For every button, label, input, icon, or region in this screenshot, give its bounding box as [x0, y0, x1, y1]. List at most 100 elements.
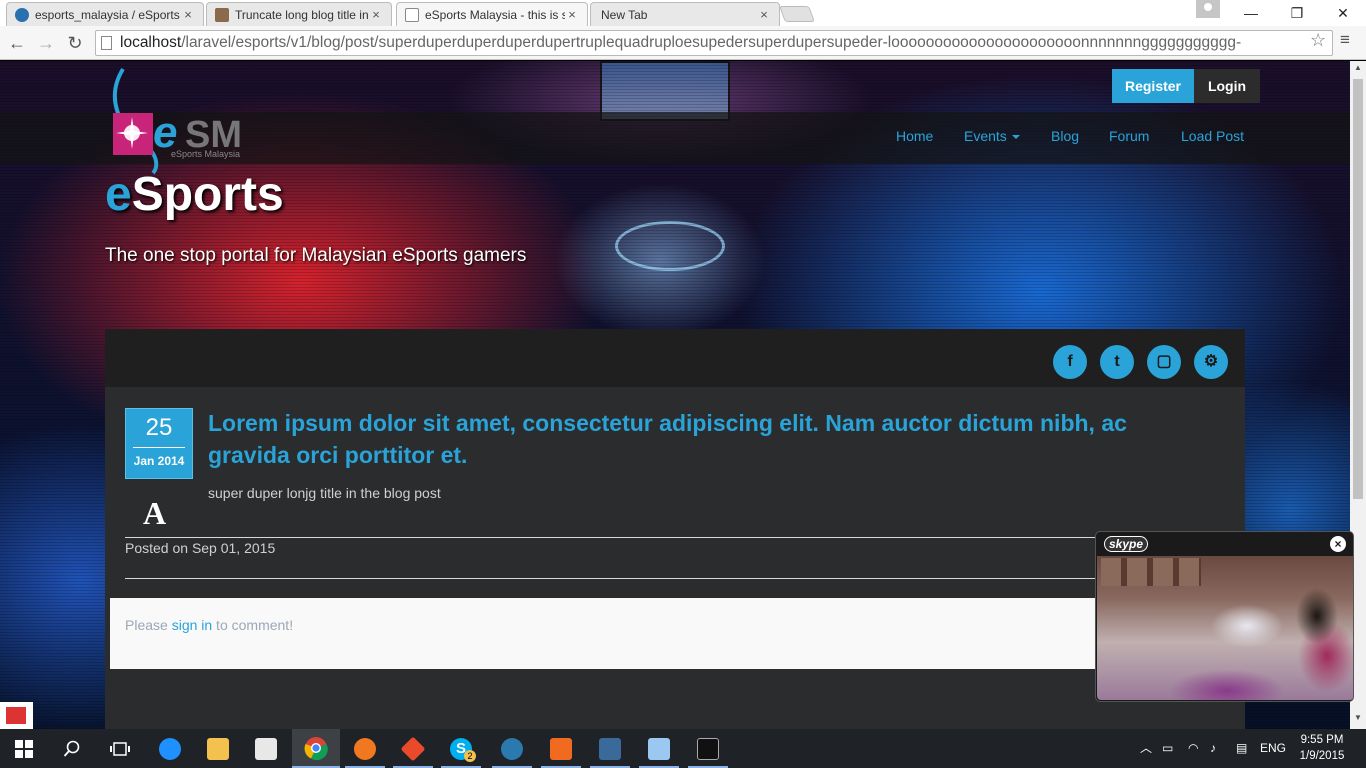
nav-forum[interactable]: Forum	[1109, 128, 1149, 144]
tab-esports-malaysia[interactable]: esports_malaysia / eSports ×	[6, 2, 204, 26]
git-icon[interactable]	[389, 729, 437, 768]
divider	[125, 537, 1245, 538]
steam-icon[interactable]: ⚙	[1194, 345, 1228, 379]
edge-icon[interactable]	[146, 729, 194, 768]
folder-glyph	[207, 737, 229, 760]
scroll-up-icon[interactable]: ▲	[1353, 63, 1363, 72]
skype-video-call-window[interactable]: skype ×	[1095, 531, 1354, 702]
nav-blog[interactable]: Blog	[1051, 128, 1079, 144]
url-host: localhost	[120, 34, 182, 51]
bookmark-star-icon[interactable]: ☆	[1310, 30, 1326, 51]
network-adapter-icon[interactable]: ▭	[1162, 729, 1173, 768]
twitch-icon[interactable]: ▢	[1147, 345, 1181, 379]
language-indicator[interactable]: ENG	[1260, 729, 1286, 768]
twitter-icon[interactable]: t	[1100, 345, 1134, 379]
address-bar[interactable]: localhost/laravel/esports/v1/blog/post/s…	[95, 30, 1333, 56]
close-window-button[interactable]: ✕	[1320, 0, 1366, 26]
page-icon	[405, 7, 419, 22]
chrome-glyph	[304, 736, 328, 760]
nav-events-label: Events	[964, 128, 1007, 144]
nav-load-post[interactable]: Load Post	[1181, 128, 1244, 144]
nav-home[interactable]: Home	[896, 128, 933, 144]
nav-events[interactable]: Events	[964, 128, 1020, 144]
esm-logo-icon: e SM eSports Malaysia	[113, 67, 242, 175]
skype-notification-badge: 2	[464, 750, 476, 762]
terminal-glyph	[697, 737, 719, 760]
virtualbox-glyph	[648, 737, 670, 760]
skype-app-icon[interactable]: S 2	[437, 729, 485, 768]
close-icon[interactable]: ×	[1330, 536, 1346, 552]
post-date-day: 25	[145, 414, 173, 441]
windows-logo-icon	[15, 739, 33, 758]
post-title[interactable]: Lorem ipsum dolor sit amet, consectetur …	[208, 407, 1208, 471]
social-bar: f t ▢ ⚙	[105, 329, 1245, 387]
tab-close-icon[interactable]: ×	[757, 7, 771, 22]
chrome-menu-icon[interactable]: ≡	[1340, 30, 1350, 50]
task-view-button[interactable]	[96, 729, 144, 768]
tab-truncate-blog-title[interactable]: Truncate long blog title in ×	[206, 2, 392, 26]
git-glyph	[400, 736, 426, 761]
firefox-glyph	[354, 737, 376, 760]
site-title-rest: Sports	[131, 168, 284, 221]
skype-logo: skype	[1104, 536, 1149, 552]
post-date-month-year: Jan 2014	[133, 454, 185, 468]
reload-icon[interactable]: ↻	[62, 30, 88, 56]
site-logo[interactable]: e SM eSports Malaysia	[105, 65, 265, 175]
scrollbar-thumb[interactable]	[1353, 79, 1363, 499]
author-avatar-icon: A	[143, 495, 167, 531]
desktop-app-badge-icon[interactable]	[0, 702, 33, 729]
file-explorer-icon[interactable]	[194, 729, 242, 768]
caret-down-icon	[1011, 135, 1020, 139]
site-title-e: e	[105, 168, 132, 221]
video-feed	[1097, 556, 1353, 700]
tab-title: eSports Malaysia - this is s	[425, 7, 565, 22]
new-tab-button[interactable]	[779, 6, 815, 22]
sign-in-link[interactable]: sign in	[172, 617, 212, 633]
firefox-icon[interactable]	[341, 729, 389, 768]
comment-suffix: to comment!	[212, 617, 294, 633]
back-icon[interactable]: ←	[4, 30, 30, 56]
clock-date: 1/9/2015	[1299, 750, 1345, 762]
tab-close-icon[interactable]: ×	[369, 7, 383, 22]
windows-taskbar: S 2 ︿ ▭ ◠ ♪ ▤ ENG 9:55 PM 1/9/2015	[0, 729, 1366, 768]
terminal-icon[interactable]	[684, 729, 732, 768]
xampp-icon[interactable]	[537, 729, 585, 768]
tab-esports-malaysia-post[interactable]: eSports Malaysia - this is s ×	[396, 2, 588, 26]
mysql-workbench-icon[interactable]	[586, 729, 634, 768]
scroll-down-icon[interactable]: ▼	[1353, 713, 1363, 722]
forward-icon[interactable]: →	[33, 30, 59, 56]
virtualbox-icon[interactable]	[635, 729, 683, 768]
tab-strip: esports_malaysia / eSports × Truncate lo…	[0, 0, 1366, 26]
minimize-button[interactable]: —	[1228, 0, 1274, 26]
clock-time: 9:55 PM	[1300, 734, 1344, 746]
chrome-icon[interactable]	[292, 729, 340, 768]
blog-post-panel: f t ▢ ⚙ 25 Jan 2014 Lorem ipsum dolor si…	[105, 329, 1245, 729]
register-button[interactable]: Register	[1112, 69, 1194, 103]
bitbucket-icon	[15, 7, 29, 22]
mysql-glyph	[599, 737, 621, 760]
system-clock[interactable]: 9:55 PM 1/9/2015	[1290, 732, 1354, 764]
action-center-icon[interactable]: ▤	[1236, 729, 1247, 768]
post-date-badge: 25 Jan 2014	[125, 408, 193, 479]
url-path: /laravel/esports/v1/blog/post/superduper…	[181, 34, 1242, 51]
restore-button[interactable]: ❐	[1274, 0, 1320, 26]
tab-new-tab[interactable]: New Tab ×	[590, 2, 780, 26]
user-profile-icon[interactable]	[1196, 0, 1220, 18]
store-icon[interactable]	[242, 729, 290, 768]
volume-icon[interactable]: ♪	[1210, 729, 1216, 768]
wifi-icon[interactable]: ◠	[1188, 729, 1198, 768]
facebook-icon[interactable]: f	[1053, 345, 1087, 379]
page-info-icon[interactable]	[101, 36, 112, 50]
tab-close-icon[interactable]: ×	[181, 7, 195, 22]
browser-toolbar: ← → ↻ localhost/laravel/esports/v1/blog/…	[0, 26, 1366, 60]
search-button[interactable]	[48, 729, 96, 768]
show-hidden-icons-icon[interactable]: ︿	[1140, 729, 1152, 768]
divider	[125, 578, 1245, 579]
login-button[interactable]: Login	[1194, 69, 1260, 103]
sourcetree-icon[interactable]	[488, 729, 536, 768]
start-button[interactable]	[0, 729, 48, 768]
store-glyph	[255, 737, 277, 760]
search-icon	[63, 740, 80, 757]
site-tagline: The one stop portal for Malaysian eSport…	[105, 245, 527, 266]
tab-close-icon[interactable]: ×	[565, 7, 579, 22]
